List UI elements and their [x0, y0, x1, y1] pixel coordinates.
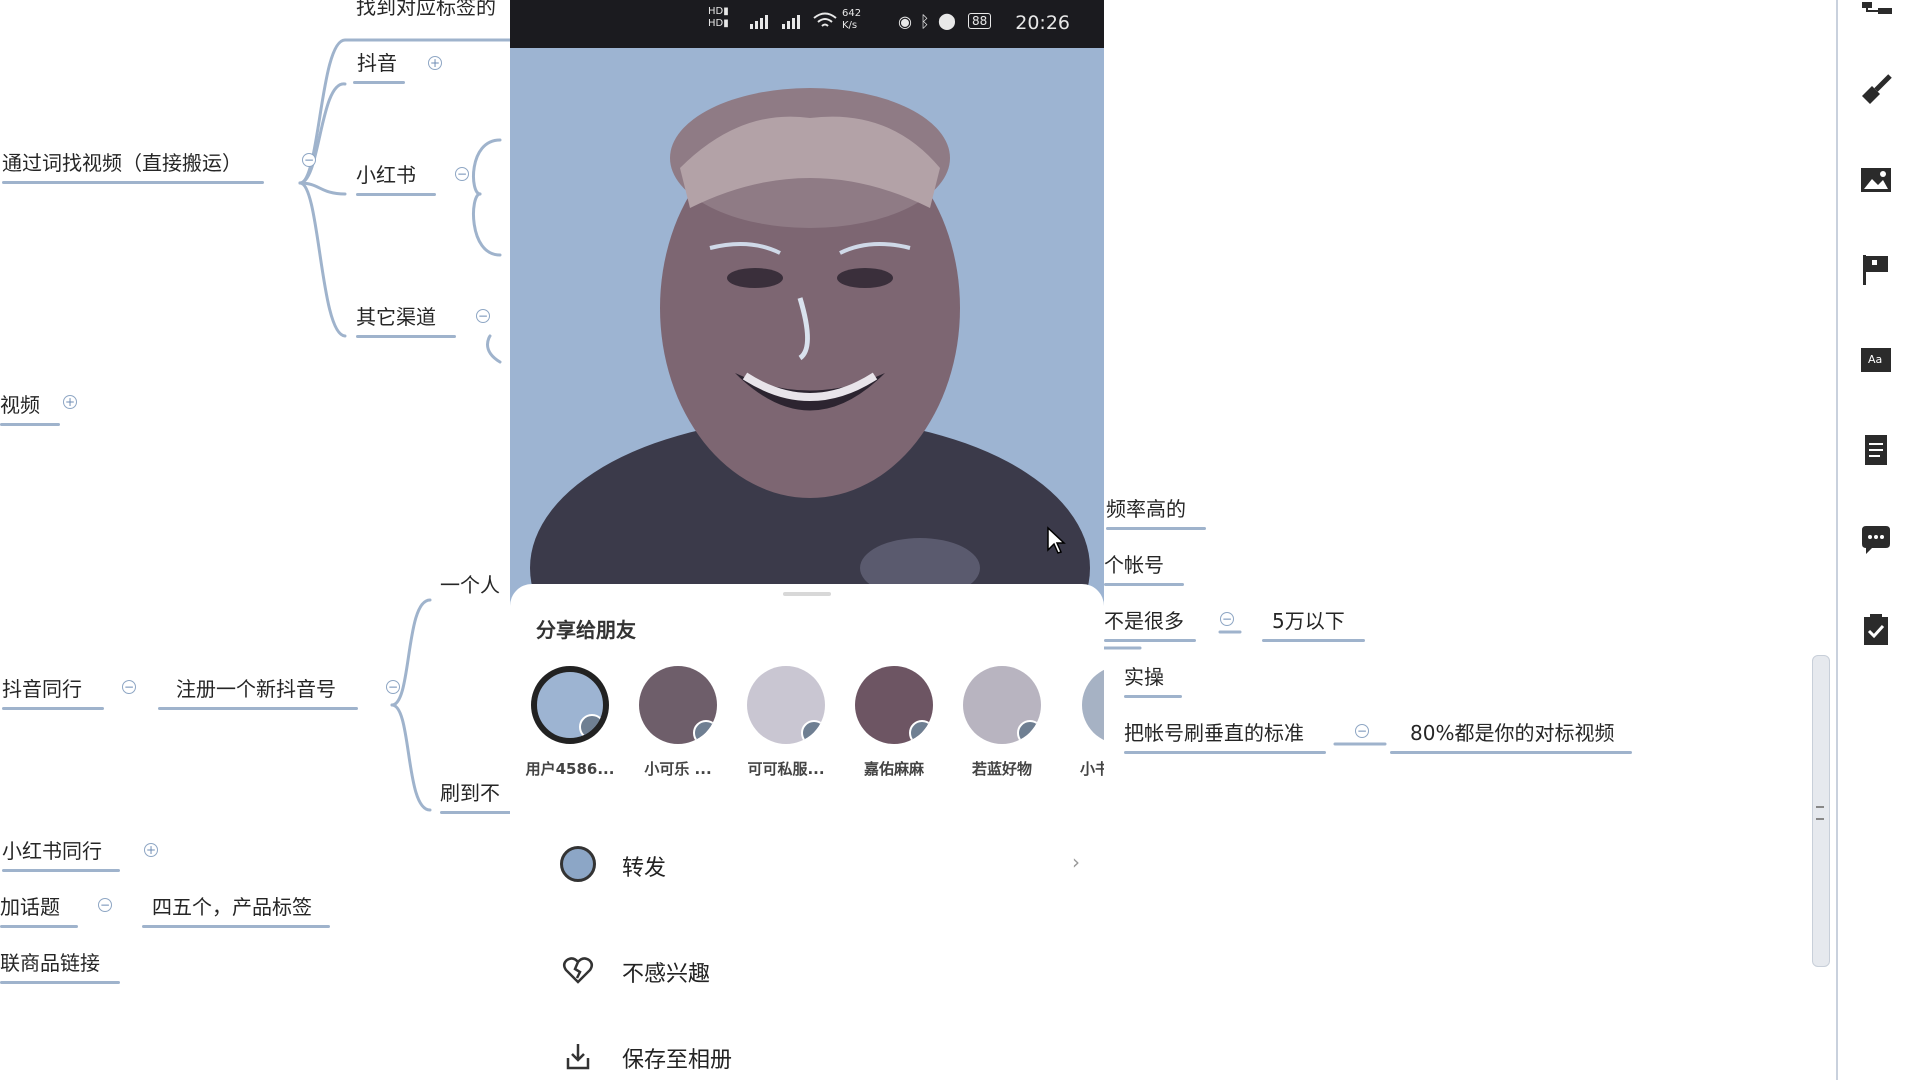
node-label: 80%都是你的对标视频: [1410, 721, 1615, 745]
friend-item[interactable]: 若蓝好物: [952, 666, 1052, 779]
send-icon: [909, 720, 933, 744]
node-label: 把帐号刷垂直的标准: [1124, 721, 1304, 745]
node-one-account[interactable]: 个帐号: [1104, 552, 1184, 586]
friend-item[interactable]: 小书: [1060, 666, 1104, 779]
node-underline: [1124, 695, 1182, 698]
sheet-handle[interactable]: [783, 592, 831, 596]
avatar: [963, 666, 1041, 744]
battery-icon: 88: [968, 13, 992, 29]
node-label: 实操: [1124, 665, 1164, 689]
send-icon: [579, 714, 603, 738]
friend-name: 嘉佑麻麻: [863, 760, 924, 778]
outline-icon[interactable]: [1858, 0, 1894, 36]
forward-label: 转发: [622, 856, 667, 881]
node-under-50k[interactable]: 5万以下: [1262, 608, 1365, 642]
note-icon[interactable]: [1858, 432, 1894, 468]
node-underline: [1104, 639, 1196, 642]
collapse-toggle-icon[interactable]: −: [1355, 724, 1369, 738]
friend-item[interactable]: 嘉佑麻麻: [844, 666, 944, 779]
status-bar: HD▮ HD▮ 642 K/s ◉ ᛒ ⬤ 88 20:26: [510, 0, 1104, 48]
broken-heart-icon: [563, 957, 593, 984]
task-clipboard-icon[interactable]: [1858, 612, 1894, 648]
mouse-cursor-icon: [1047, 526, 1066, 554]
friend-item[interactable]: 小可乐 ...: [628, 666, 728, 779]
right-toolbar: Aa: [1836, 0, 1910, 1080]
node-underline: [1106, 527, 1206, 530]
node-eighty-percent[interactable]: 80%都是你的对标视频: [1390, 720, 1633, 754]
wifi-icon: [813, 12, 837, 27]
node-practice[interactable]: 实操: [1124, 664, 1182, 698]
node-label: 5万以下: [1272, 609, 1345, 633]
video-frame[interactable]: [510, 48, 1104, 608]
phone-screen: HD▮ HD▮ 642 K/s ◉ ᛒ ⬤ 88 20:26 分享给朋友 用户4…: [510, 0, 1104, 1080]
node-underline: [1104, 583, 1184, 586]
paint-brush-icon[interactable]: [1858, 72, 1894, 108]
node-label: 个帐号: [1104, 553, 1164, 577]
collapse-toggle-icon[interactable]: −: [1220, 612, 1234, 626]
node-not-many[interactable]: 不是很多: [1104, 608, 1196, 642]
text-style-icon[interactable]: Aa: [1858, 342, 1894, 378]
comment-icon[interactable]: [1858, 522, 1894, 558]
node-underline: [1124, 751, 1326, 754]
save-album-label: 保存至相册: [622, 1048, 733, 1073]
node-underline: [1262, 639, 1365, 642]
friend-item[interactable]: 用户4586...: [520, 666, 620, 779]
clock: 20:26: [1015, 12, 1070, 34]
download-icon: [566, 1044, 590, 1070]
svg-text:Aa: Aa: [1868, 353, 1882, 366]
node-label: 不是很多: [1104, 609, 1184, 633]
not-interested-label: 不感兴趣: [622, 962, 711, 987]
avatar: [1082, 666, 1104, 744]
forward-icon: [560, 846, 596, 882]
scrollbar-grip-icon: [1816, 806, 1824, 820]
node-underline: [1390, 751, 1633, 754]
avatar: [855, 666, 933, 744]
node-vertical-standard[interactable]: 把帐号刷垂直的标准: [1124, 720, 1326, 754]
avatar: [531, 666, 609, 744]
flag-icon[interactable]: [1858, 252, 1894, 288]
location-icon: ⬤: [938, 11, 956, 30]
chevron-right-icon: ›: [1072, 850, 1080, 874]
portrait-image: [510, 48, 1104, 608]
node-freq-high[interactable]: 频率高的: [1106, 496, 1206, 530]
avatar: [747, 666, 825, 744]
friend-name: 小书: [1080, 760, 1104, 778]
send-icon: [693, 720, 717, 744]
net-speed: 642 K/s: [842, 8, 862, 31]
share-title: 分享给朋友: [536, 618, 636, 642]
friend-item[interactable]: 可可私服...: [736, 666, 836, 779]
share-sheet: 分享给朋友 用户4586... 小可乐 ... 可可私服... 嘉佑麻麻 若蓝好…: [510, 584, 1104, 1080]
node-label: 频率高的: [1106, 497, 1186, 521]
avatar: [639, 666, 717, 744]
signal-icon: [750, 15, 800, 29]
eye-icon: ◉: [898, 12, 912, 31]
vertical-scrollbar[interactable]: [1812, 655, 1830, 967]
friend-name: 若蓝好物: [971, 760, 1032, 778]
bluetooth-icon: ᛒ: [920, 12, 930, 31]
send-icon: [801, 720, 825, 744]
friend-name: 小可乐 ...: [644, 760, 712, 778]
send-icon: [1017, 720, 1041, 744]
friend-name: 用户4586...: [525, 760, 615, 778]
hd-icon: HD▮ HD▮: [708, 6, 729, 29]
friend-name: 可可私服...: [747, 760, 825, 778]
image-icon[interactable]: [1858, 162, 1894, 198]
